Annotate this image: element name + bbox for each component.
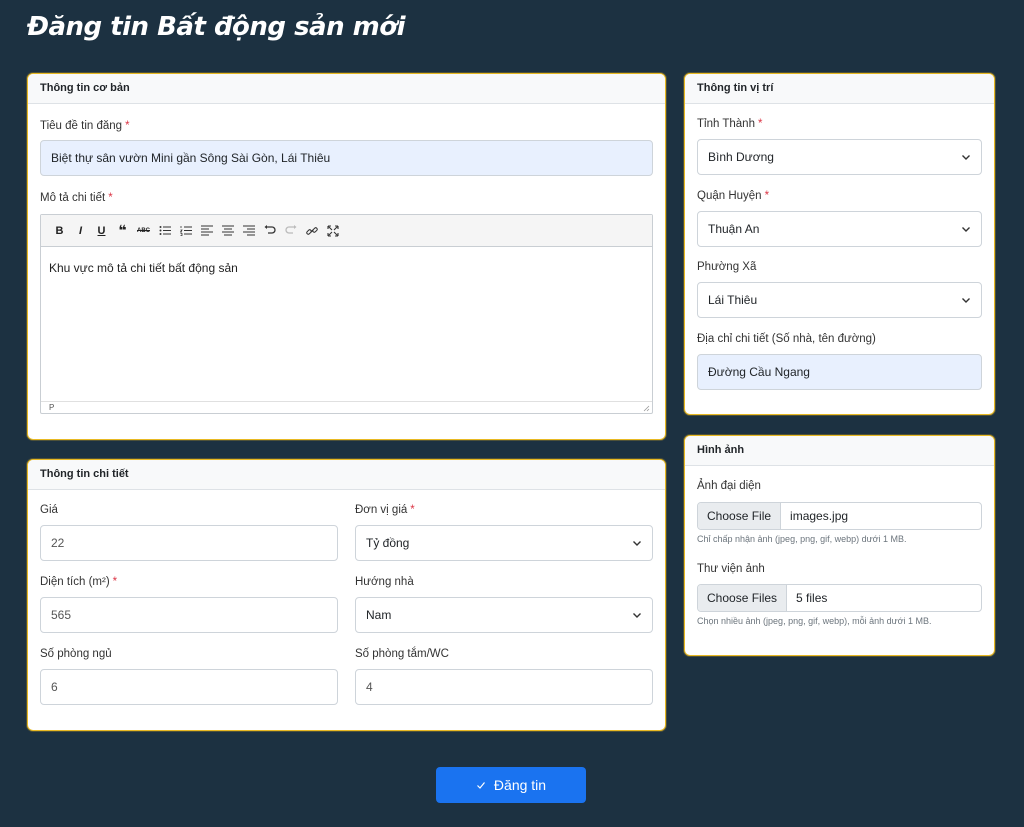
- description-editor[interactable]: B I U ❝ ABC Khu vực mô tả chi tiết bất đ…: [40, 214, 653, 414]
- unit-label: Đơn vị giá *: [355, 504, 415, 516]
- direction-value: Nam: [366, 608, 392, 622]
- chevron-down-icon: [962, 298, 970, 303]
- underline-button[interactable]: U: [91, 221, 112, 241]
- editor-statusbar: P: [41, 401, 652, 413]
- unit-value: Tỷ đồng: [366, 536, 410, 550]
- details-header: Thông tin chi tiết: [28, 460, 665, 490]
- chevron-down-icon: [633, 541, 641, 546]
- bedrooms-input[interactable]: 6: [40, 669, 338, 705]
- resize-grip-icon[interactable]: [643, 405, 650, 412]
- province-select[interactable]: Bình Dương: [697, 139, 982, 175]
- images-card: Hình ảnh Ảnh đại diện Choose File images…: [684, 435, 995, 656]
- avatar-file-input[interactable]: Choose File images.jpg: [697, 502, 982, 530]
- editor-content[interactable]: Khu vực mô tả chi tiết bất động sản: [41, 247, 652, 402]
- align-left-icon: [200, 225, 213, 236]
- basic-info-header: Thông tin cơ bản: [28, 74, 665, 104]
- area-label: Diện tích (m²) *: [40, 576, 118, 588]
- bathrooms-value: 4: [366, 680, 373, 694]
- title-input[interactable]: Biệt thự sân vườn Mini gần Sông Sài Gòn,…: [40, 140, 653, 176]
- avatar-choose-button[interactable]: Choose File: [698, 503, 782, 529]
- address-label: Địa chỉ chi tiết (Số nhà, tên đường): [697, 333, 876, 345]
- chevron-down-icon: [633, 613, 641, 618]
- unit-select[interactable]: Tỷ đồng: [355, 525, 653, 561]
- address-value: Đường Cầu Ngang: [708, 365, 810, 379]
- undo-icon: [264, 225, 276, 234]
- chevron-down-icon: [962, 227, 970, 232]
- link-icon: [305, 226, 318, 235]
- gallery-file-count: 5 files: [796, 591, 828, 605]
- undo-button[interactable]: [259, 221, 280, 241]
- gallery-hint: Chọn nhiều ảnh (jpeg, png, gif, webp), m…: [697, 616, 932, 626]
- align-center-icon: [221, 225, 234, 236]
- images-header: Hình ảnh: [685, 436, 994, 466]
- submit-button[interactable]: Đăng tin: [436, 767, 586, 803]
- price-value: 22: [51, 536, 65, 550]
- avatar-label: Ảnh đại diện: [697, 480, 761, 492]
- align-right-icon: [242, 225, 255, 236]
- title-label: Tiêu đề tin đăng *: [40, 120, 130, 132]
- ward-value: Lái Thiêu: [708, 293, 758, 307]
- redo-button[interactable]: [280, 221, 301, 241]
- area-input[interactable]: 565: [40, 597, 338, 633]
- editor-status-path: P: [49, 403, 55, 412]
- align-right-button[interactable]: [238, 221, 259, 241]
- basic-info-card: Thông tin cơ bản Tiêu đề tin đăng * Biệt …: [27, 73, 666, 440]
- link-button[interactable]: [301, 221, 322, 241]
- redo-icon: [284, 225, 296, 234]
- district-label: Quận Huyện *: [697, 190, 770, 202]
- bullet-list-button[interactable]: [154, 221, 175, 241]
- page-title: Đăng tin Bất động sản mới: [27, 12, 406, 42]
- province-label: Tỉnh Thành *: [697, 118, 763, 130]
- editor-toolbar: B I U ❝ ABC: [41, 215, 652, 247]
- district-select[interactable]: Thuận An: [697, 211, 982, 247]
- fullscreen-button[interactable]: [322, 221, 343, 241]
- bullet-list-icon: [159, 226, 171, 235]
- ward-label: Phường Xã: [697, 261, 757, 273]
- bold-button[interactable]: B: [49, 221, 70, 241]
- check-icon: [476, 782, 485, 789]
- quote-button[interactable]: ❝: [112, 221, 133, 241]
- fullscreen-icon: [326, 224, 339, 237]
- numbered-list-icon: [179, 226, 192, 236]
- italic-button[interactable]: I: [70, 221, 91, 241]
- description-label: Mô tả chi tiết *: [40, 192, 113, 204]
- bedrooms-label: Số phòng ngủ: [40, 648, 112, 660]
- location-card: Thông tin vị trí Tỉnh Thành * Bình Dương …: [684, 73, 995, 415]
- strikethrough-button[interactable]: ABC: [133, 221, 154, 241]
- gallery-choose-button[interactable]: Choose Files: [698, 585, 788, 611]
- details-card: Thông tin chi tiết Giá 22 Đơn vị giá * Tỷ…: [27, 459, 666, 731]
- avatar-hint: Chỉ chấp nhận ảnh (jpeg, png, gif, webp)…: [697, 534, 907, 544]
- price-input[interactable]: 22: [40, 525, 338, 561]
- bathrooms-label: Số phòng tắm/WC: [355, 648, 449, 660]
- gallery-label: Thư viện ảnh: [697, 563, 765, 575]
- area-value: 565: [51, 608, 72, 622]
- submit-label: Đăng tin: [493, 777, 547, 793]
- direction-select[interactable]: Nam: [355, 597, 653, 633]
- province-value: Bình Dương: [708, 150, 774, 164]
- price-label: Giá: [40, 504, 58, 516]
- numbered-list-button[interactable]: [175, 221, 196, 241]
- align-center-button[interactable]: [217, 221, 238, 241]
- ward-select[interactable]: Lái Thiêu: [697, 282, 982, 318]
- address-input[interactable]: Đường Cầu Ngang: [697, 354, 982, 390]
- avatar-file-name: images.jpg: [790, 509, 849, 523]
- district-value: Thuận An: [708, 222, 760, 236]
- chevron-down-icon: [962, 155, 970, 160]
- bathrooms-input[interactable]: 4: [355, 669, 653, 705]
- align-left-button[interactable]: [196, 221, 217, 241]
- title-input-value: Biệt thự sân vườn Mini gần Sông Sài Gòn,…: [51, 151, 331, 165]
- gallery-file-input[interactable]: Choose Files 5 files: [697, 584, 982, 612]
- direction-label: Hướng nhà: [355, 576, 414, 588]
- location-header: Thông tin vị trí: [685, 74, 994, 104]
- bedrooms-value: 6: [51, 680, 58, 694]
